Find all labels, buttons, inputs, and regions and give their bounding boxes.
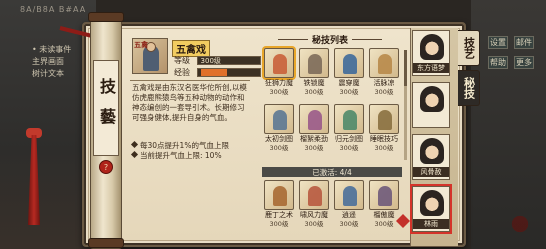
background-menu-button: 帮助 <box>488 56 508 69</box>
secret-skill-icon <box>264 48 294 78</box>
character-name: 东方语梦 <box>413 63 449 73</box>
background-menu-button: 设置 <box>488 36 508 49</box>
bullet-icon <box>130 140 139 149</box>
effect-text: 每30点提升1%的气血上限 <box>140 141 229 150</box>
level-value: 300级 <box>196 56 261 65</box>
character-name: 风骨赦 <box>413 167 449 177</box>
skill-figure-icon <box>343 54 357 74</box>
help-button[interactable]: ? <box>99 160 113 174</box>
rod-cap-bottom <box>88 238 124 248</box>
activated-skill-item[interactable]: 榴傲魔 300级 <box>367 180 401 228</box>
activated-skill-icon <box>264 180 294 210</box>
secret-skill-icon <box>369 104 399 134</box>
activated-skill-item[interactable]: 鹿丁之术 300级 <box>262 180 296 228</box>
rod-cap-top <box>88 12 124 22</box>
skill-effects: 每30点提升1%的气血上限 当前提升气血上限: 10% <box>130 140 250 161</box>
background-menu-button: 更多 <box>514 56 534 69</box>
activated-count: 已激活: 4/4 <box>262 167 402 177</box>
exp-bar-fill <box>200 69 228 76</box>
character-face <box>420 138 444 164</box>
skill-figure-icon <box>378 110 392 130</box>
skill-figure-icon <box>273 54 287 74</box>
skill-description: 五禽戏是由东汉名医华佗所创,以模仿虎鹿熊猿鸟等五种动物的动作和神态编创的一套导引… <box>132 83 247 122</box>
tab-skill[interactable]: 技艺 <box>458 30 480 66</box>
character-face <box>420 190 444 216</box>
skill-figure-icon <box>378 54 392 74</box>
character-portrait[interactable]: 林雨 <box>412 186 450 232</box>
title-ornament <box>352 38 382 40</box>
panel-title: 技藝 <box>93 60 119 156</box>
exp-label: 经验 <box>174 68 190 77</box>
secret-skill-item[interactable]: 榴絮柔劲 300级 <box>297 104 331 152</box>
effect-line: 每30点提升1%的气血上限 <box>130 140 250 151</box>
scrollbar-thumb[interactable] <box>404 50 407 86</box>
secret-skill-item[interactable]: 归元剑图 300级 <box>332 104 366 152</box>
secret-skill-level: 300级 <box>374 88 394 96</box>
level-row: 等级 300级 <box>174 55 261 66</box>
character-face <box>420 34 444 60</box>
secret-skill-item[interactable]: 睡眠技巧 300级 <box>367 104 401 152</box>
secret-list-header: 秘技列表 <box>262 32 398 46</box>
secret-skill-icon <box>334 104 364 134</box>
character-portrait[interactable]: 风骨赦 <box>412 134 450 180</box>
divider <box>130 80 250 81</box>
secret-skill-item[interactable]: 太初剑图 300级 <box>262 104 296 152</box>
skill-figure-icon <box>378 186 392 206</box>
background-menu-button: 邮件 <box>514 36 534 49</box>
level-label: 等级 <box>174 56 190 65</box>
activated-skill-icon <box>299 180 329 210</box>
secret-skill-icon <box>334 48 364 78</box>
skill-figure-icon <box>273 110 287 130</box>
secret-skill-item[interactable]: 震穿魔 300级 <box>332 48 366 96</box>
secret-skill-item[interactable]: 狂狮力魔 300级 <box>262 48 296 96</box>
secret-skill-icon <box>264 104 294 134</box>
bullet-icon <box>130 150 139 159</box>
character-portrait[interactable] <box>412 82 450 128</box>
exp-row: 经验 <box>174 67 261 78</box>
background-status-text: 8A/B8A B#AA <box>20 5 87 14</box>
list-scrollbar[interactable] <box>404 50 407 160</box>
title-ornament <box>277 38 308 40</box>
character-portrait[interactable]: 东方语梦 <box>412 30 450 76</box>
skill-figure-icon <box>343 186 357 206</box>
portrait-label: 五禽 <box>134 41 148 49</box>
activated-skill-item[interactable]: 逍遥 300级 <box>332 180 366 228</box>
secret-skill-level: 300级 <box>374 144 394 152</box>
secret-list-title: 秘技列表 <box>311 35 348 46</box>
secret-skill-icon <box>369 48 399 78</box>
activated-skill-icon <box>334 180 364 210</box>
effect-line: 当前提升气血上限: 10% <box>130 150 250 161</box>
effect-text: 当前提升气血上限: 10% <box>140 151 222 160</box>
activated-skill-item[interactable]: 啸风力魔 300级 <box>297 180 331 228</box>
skill-portrait: 五禽 <box>132 38 168 74</box>
skill-figure-icon <box>308 110 322 130</box>
secret-skill-item[interactable]: 铁锁魔 300级 <box>297 48 331 96</box>
skill-figure-icon <box>308 54 322 74</box>
skill-figure-icon <box>273 186 287 206</box>
secret-skill-item[interactable]: 活脉凉 300级 <box>367 48 401 96</box>
secret-skill-icon <box>299 104 329 134</box>
activated-skill-icon <box>369 180 399 210</box>
background-decoration <box>500 206 540 242</box>
skill-figure-icon <box>343 110 357 130</box>
secret-skill-icon <box>299 48 329 78</box>
character-name: 林雨 <box>413 219 449 229</box>
skill-figure-icon <box>308 186 322 206</box>
activated-skill-level: 300级 <box>374 220 394 228</box>
tab-secret[interactable]: 秘技 <box>458 70 480 106</box>
character-face <box>420 86 444 112</box>
exp-bar <box>196 68 261 77</box>
